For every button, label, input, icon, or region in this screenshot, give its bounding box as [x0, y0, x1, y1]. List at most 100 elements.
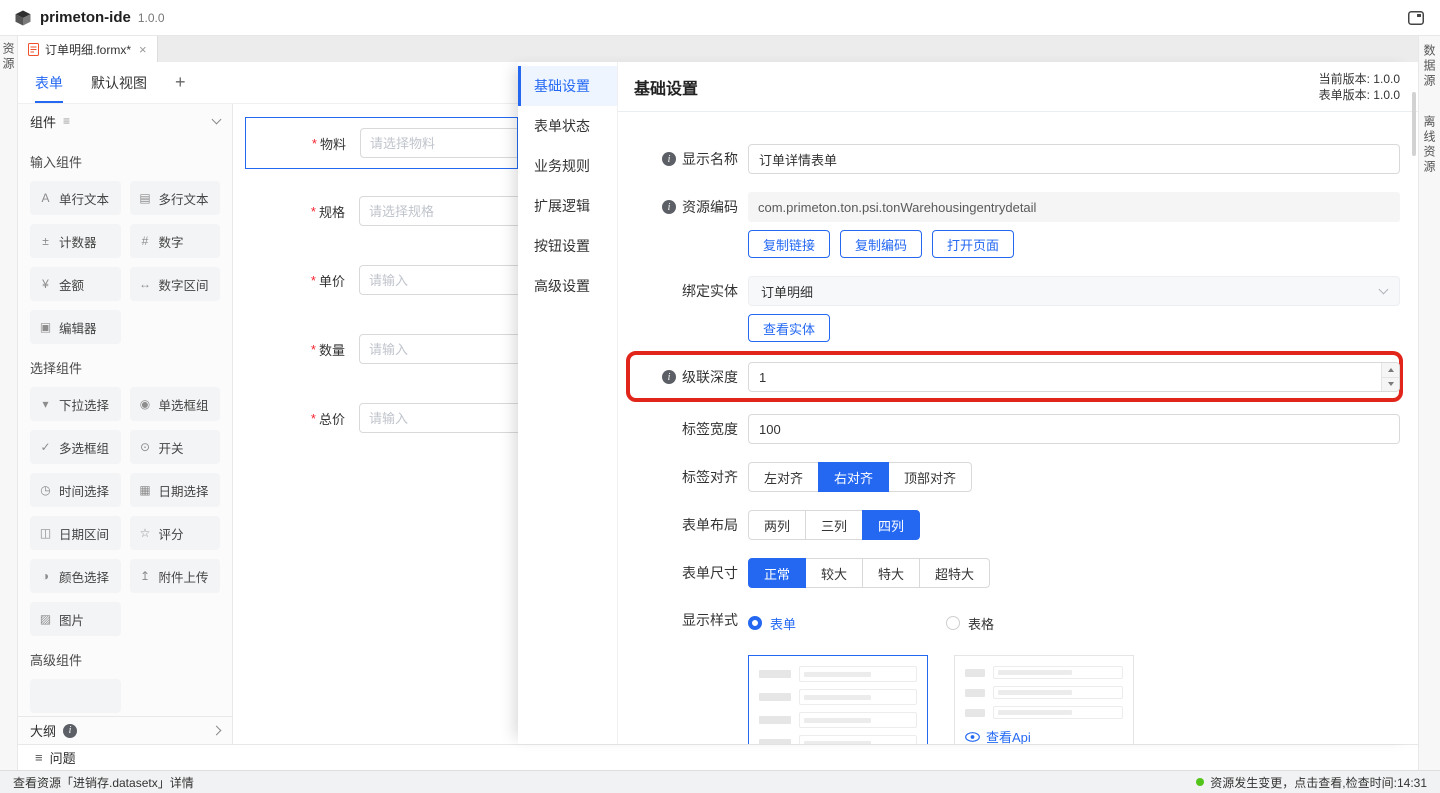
tab-close-icon[interactable]: × — [139, 43, 147, 56]
component-item[interactable]: ◷时间选择 — [30, 473, 121, 507]
display-name-input[interactable] — [748, 144, 1400, 174]
chevron-down-icon[interactable] — [212, 115, 222, 125]
add-view-button[interactable] — [175, 62, 186, 103]
label-width-input[interactable] — [748, 414, 1400, 444]
four-column-button[interactable]: 四列 — [862, 510, 920, 540]
info-icon — [662, 152, 676, 166]
nav-item-form-state[interactable]: 表单状态 — [518, 106, 617, 146]
component-item-label: 计数器 — [59, 232, 97, 251]
component-item[interactable] — [30, 679, 121, 713]
component-item[interactable]: ▦日期选择 — [130, 473, 221, 507]
component-item[interactable]: ▤多行文本 — [130, 181, 221, 215]
component-item[interactable]: ⊙开关 — [130, 430, 221, 464]
form-size-group: 正常 较大 特大 超特大 — [748, 558, 990, 588]
outline-toggle[interactable]: 大纲 — [18, 716, 232, 744]
component-item[interactable]: ☆评分 — [130, 516, 221, 550]
cascade-depth-label: 级联深度 — [682, 367, 738, 387]
two-column-button[interactable]: 两列 — [748, 510, 806, 540]
component-item[interactable]: ✓多选框组 — [30, 430, 121, 464]
canvas-field-row[interactable]: 物料 — [246, 128, 517, 158]
nav-item-extension-logic[interactable]: 扩展逻辑 — [518, 186, 617, 226]
bound-entity-select[interactable]: 订单明细 — [748, 276, 1400, 306]
field-input[interactable] — [359, 265, 518, 295]
field-input[interactable] — [360, 128, 518, 158]
align-right-button[interactable]: 右对齐 — [818, 462, 889, 492]
nav-item-basic-settings[interactable]: 基础设置 — [518, 66, 617, 106]
resource-code-value: com.primeton.ton.psi.tonWarehousingentry… — [748, 192, 1400, 222]
window-panel-icon[interactable] — [1406, 9, 1426, 27]
date-picker-icon: ▦ — [138, 483, 153, 497]
editor-tab[interactable]: 订单明细.formx* × — [18, 36, 158, 62]
status-right-text: 资源发生变更，点击查看,检查时间:14:31 — [1210, 774, 1427, 791]
display-style-table-radio[interactable]: 表格 — [946, 614, 994, 633]
canvas-field-row[interactable]: 规格 — [245, 196, 518, 226]
open-page-button[interactable]: 打开页面 — [932, 230, 1014, 258]
component-item[interactable]: ◉单选框组 — [130, 387, 221, 421]
skeleton-row — [759, 666, 917, 682]
copy-code-button[interactable]: 复制编码 — [840, 230, 922, 258]
center-area: 订单明细.formx* × 表单 默认视图 — [18, 36, 1418, 770]
time-picker-icon: ◷ — [38, 483, 53, 497]
radio-unselected-icon — [946, 616, 960, 630]
sidebar-tab-resources[interactable]: 资源 — [0, 42, 17, 72]
canvas-field-row[interactable]: 总价 — [245, 403, 518, 433]
component-item-label: 附件上传 — [159, 567, 209, 586]
component-item[interactable]: ◫日期区间 — [30, 516, 121, 550]
selected-component-outline[interactable]: 物料 — [245, 117, 518, 169]
three-column-button[interactable]: 三列 — [805, 510, 863, 540]
settings-title: 基础设置 — [634, 75, 698, 99]
align-top-button[interactable]: 顶部对齐 — [888, 462, 972, 492]
cascade-depth-stepper — [748, 362, 1400, 392]
nav-item-business-rules[interactable]: 业务规则 — [518, 146, 617, 186]
spin-down-button[interactable] — [1382, 378, 1399, 392]
field-input[interactable] — [359, 334, 518, 364]
bound-entity-label-group: 绑定实体 — [634, 276, 738, 306]
component-item[interactable]: A单行文本 — [30, 181, 121, 215]
cascade-depth-input[interactable] — [748, 362, 1400, 392]
editor-region: 表单 默认视图 组件 输入 — [18, 62, 518, 744]
align-left-button[interactable]: 左对齐 — [748, 462, 819, 492]
table-style-preview[interactable]: 查看Api — [954, 655, 1134, 744]
app-title: primeton-ide — [40, 9, 131, 26]
form-style-preview[interactable] — [748, 655, 928, 744]
status-right-message[interactable]: 资源发生变更，点击查看,检查时间:14:31 — [1196, 774, 1427, 791]
component-item[interactable]: ↥附件上传 — [130, 559, 221, 593]
component-item[interactable]: ±计数器 — [30, 224, 121, 258]
checkbox-group-icon: ✓ — [38, 440, 53, 454]
nav-item-button-settings[interactable]: 按钮设置 — [518, 226, 617, 266]
tab-default-view[interactable]: 默认视图 — [91, 62, 147, 103]
sidebar-tab-offline-resources[interactable]: 离线资源 — [1421, 115, 1438, 175]
component-item[interactable]: ▣编辑器 — [30, 310, 121, 344]
menu-lines-icon — [63, 114, 70, 128]
field-input[interactable] — [359, 403, 518, 433]
bound-entity-value: 订单明细 — [761, 282, 813, 301]
component-item[interactable]: ◑颜色选择 — [30, 559, 121, 593]
status-left-message[interactable]: 查看资源「进销存.datasetx」详情 — [13, 774, 194, 791]
spin-up-button[interactable] — [1382, 363, 1399, 378]
view-entity-button[interactable]: 查看实体 — [748, 314, 830, 342]
canvas-field-row[interactable]: 单价 — [245, 265, 518, 295]
tab-form-view[interactable]: 表单 — [35, 62, 63, 103]
eye-icon — [965, 732, 980, 742]
component-item[interactable]: ↔数字区间 — [130, 267, 221, 301]
copy-link-button[interactable]: 复制链接 — [748, 230, 830, 258]
component-item[interactable]: #数字 — [130, 224, 221, 258]
view-api-link[interactable]: 查看Api — [965, 727, 1123, 744]
scrollbar-thumb[interactable] — [1412, 92, 1416, 156]
size-normal-button[interactable]: 正常 — [748, 558, 806, 588]
form-canvas[interactable]: 物料 规格 单价 — [233, 104, 518, 744]
component-item[interactable]: ▾下拉选择 — [30, 387, 121, 421]
components-header[interactable]: 组件 — [18, 104, 232, 138]
component-item[interactable]: ▨图片 — [30, 602, 121, 636]
component-item[interactable]: ¥金额 — [30, 267, 121, 301]
field-input[interactable] — [359, 196, 518, 226]
problems-bar[interactable]: 问题 — [18, 744, 1418, 770]
canvas-field-row[interactable]: 数量 — [245, 334, 518, 364]
size-xxlarge-button[interactable]: 超特大 — [919, 558, 990, 588]
size-xlarge-button[interactable]: 特大 — [862, 558, 920, 588]
sidebar-tab-datasource[interactable]: 数据源 — [1421, 44, 1438, 89]
nav-item-advanced-settings[interactable]: 高级设置 — [518, 266, 617, 306]
display-style-form-radio[interactable]: 表单 — [748, 614, 796, 633]
size-large-button[interactable]: 较大 — [805, 558, 863, 588]
section-title-advanced-components: 高级组件 — [30, 650, 220, 669]
